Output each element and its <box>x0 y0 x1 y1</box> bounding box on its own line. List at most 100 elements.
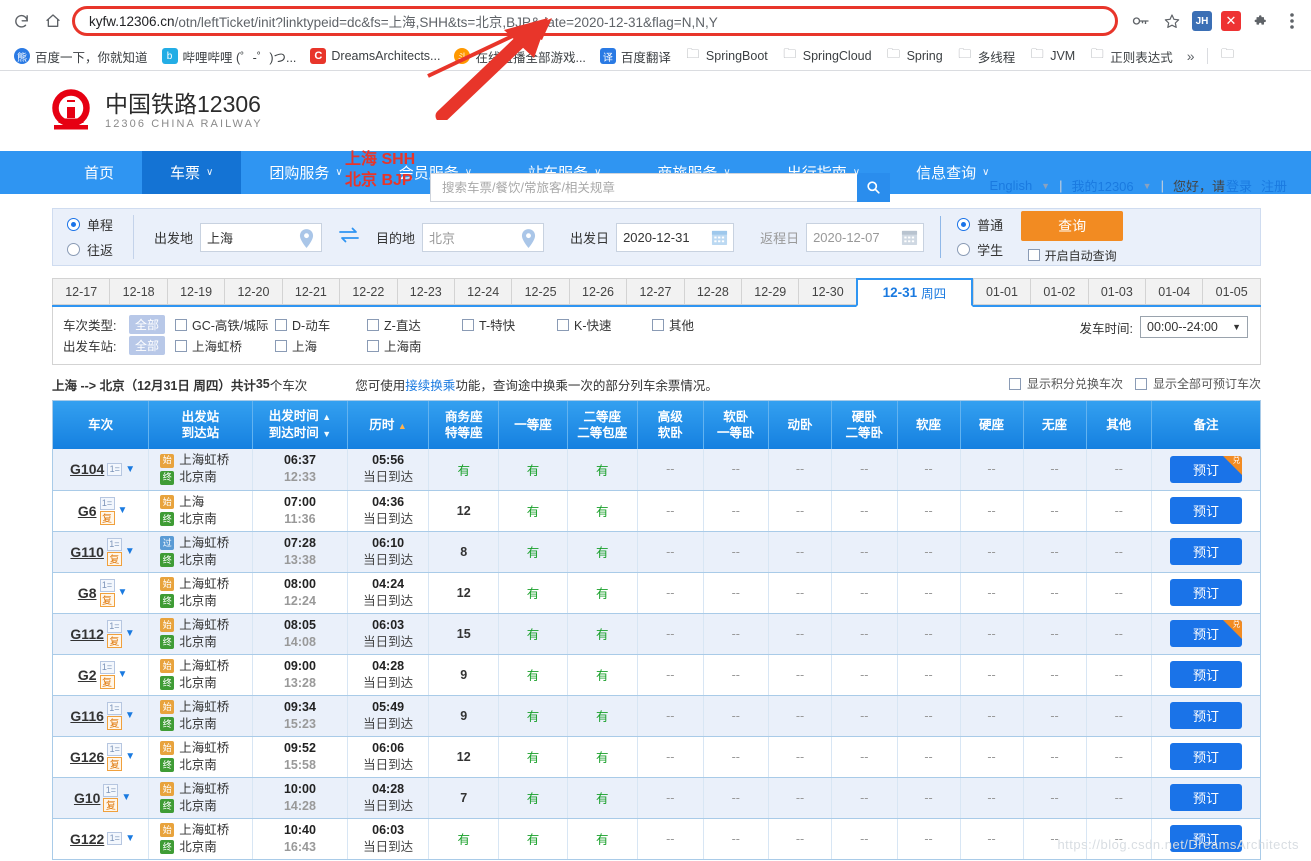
train-number-link[interactable]: G126 <box>70 749 104 765</box>
train-number-link[interactable]: G112 <box>70 626 103 642</box>
col-duration[interactable]: 历时 ▲ <box>347 401 429 449</box>
date-tab[interactable]: 12-18 <box>109 278 167 305</box>
seat-chart-icon[interactable]: 1= <box>99 660 115 674</box>
date-tab[interactable]: 12-29 <box>741 278 799 305</box>
date-tab[interactable]: 12-19 <box>166 278 225 305</box>
auto-query-checkbox[interactable]: 开启自动查询 <box>1027 247 1117 264</box>
table-row[interactable]: G126 1= 复 ▼ 始上海虹桥终北京南 09:52 15:58 06:06 当日到达 12 有有… <box>53 736 1260 778</box>
date-tab[interactable]: 01-02 <box>1030 278 1088 305</box>
extensions-puzzle-icon[interactable] <box>1250 10 1272 32</box>
bookmark-folder[interactable]: 🗀 正则表达式 <box>1083 44 1179 69</box>
col-times[interactable]: 出发时间 ▲ 到达时间 ▼ <box>252 401 349 449</box>
nav-item-home[interactable]: 首页 <box>56 151 142 194</box>
home-icon[interactable] <box>40 8 66 34</box>
filter-station-shanghai[interactable]: 上海 <box>275 336 367 355</box>
seat-chart-icon[interactable]: 1= <box>106 537 122 551</box>
search-button[interactable] <box>857 173 890 202</box>
extension-x-icon[interactable]: ✕ <box>1221 11 1241 31</box>
station-all-button[interactable]: 全部 <box>129 336 166 355</box>
seat-chart-icon[interactable]: 1= <box>107 742 123 756</box>
depart-date-input[interactable]: 2020-12-31 <box>616 222 735 252</box>
date-tab[interactable]: 12-23 <box>396 278 454 305</box>
seat-chart-icon[interactable]: 1= <box>106 701 122 715</box>
filter-d[interactable]: D-动车 <box>275 315 367 334</box>
bookmark-folder[interactable]: 🗀 SpringCloud <box>776 45 878 67</box>
from-station-input[interactable]: 上海 <box>200 222 323 252</box>
bookmark-item[interactable]: 斗 在线直播全部游戏... <box>448 44 591 69</box>
date-tab[interactable]: 12-25 <box>511 278 569 305</box>
bookmark-item[interactable]: C DreamsArchitects... <box>304 45 446 67</box>
filter-other[interactable]: 其他 <box>652 315 694 334</box>
sort-desc-icon[interactable]: ▼ <box>322 429 331 439</box>
bookmark-folder[interactable]: 🗀 SpringBoot <box>679 45 774 67</box>
date-tab[interactable]: 12-24 <box>453 278 512 305</box>
train-number-link[interactable]: G122 <box>70 831 104 847</box>
chevron-down-icon[interactable]: ▼ <box>125 464 135 475</box>
calendar-icon[interactable] <box>711 229 728 249</box>
bookmark-item[interactable]: 熊 百度一下，你就知道 <box>8 44 154 69</box>
date-tab[interactable]: 12-30 <box>798 278 856 305</box>
search-input[interactable] <box>430 173 857 202</box>
sort-asc-icon[interactable]: ▲ <box>398 421 407 431</box>
book-button[interactable]: 预订兑 <box>1170 455 1242 483</box>
radio-normal[interactable]: 普通 <box>957 215 1003 234</box>
date-tab-selected[interactable]: 12-31 周四 <box>855 278 973 307</box>
date-tab[interactable]: 01-04 <box>1145 278 1203 305</box>
other-bookmarks-folder[interactable]: 🗀 <box>1214 45 1242 67</box>
chevron-down-icon[interactable]: ▼ <box>1041 181 1050 191</box>
chevron-down-icon[interactable]: ▼ <box>125 546 135 557</box>
filter-t[interactable]: T-特快 <box>462 315 557 334</box>
connecting-transfer-link[interactable]: 接续换乘 <box>405 375 455 394</box>
radio-round-trip[interactable]: 往返 <box>67 240 113 259</box>
seat-chart-icon[interactable]: 1= <box>106 619 122 633</box>
train-number-link[interactable]: G8 <box>78 585 97 601</box>
filter-station-hongqiao[interactable]: 上海虹桥 <box>175 336 275 355</box>
seat-chart-icon[interactable]: 1= <box>99 496 115 510</box>
my12306-link[interactable]: 我的12306 <box>1071 176 1133 195</box>
seat-chart-icon[interactable]: 1= <box>103 783 119 797</box>
seat-chart-icon[interactable]: 1= <box>107 832 123 845</box>
site-logo[interactable]: 中国铁路12306 12306 CHINA RAILWAY <box>48 88 263 134</box>
key-icon[interactable] <box>1130 10 1152 32</box>
date-tab[interactable]: 12-26 <box>568 278 627 305</box>
profile-avatar[interactable]: JH <box>1192 11 1212 31</box>
train-number-link[interactable]: G2 <box>78 667 97 683</box>
date-tab[interactable]: 01-01 <box>972 278 1031 305</box>
chevron-down-icon[interactable]: ▼ <box>118 669 128 680</box>
train-number-link[interactable]: G116 <box>70 708 103 724</box>
date-tab[interactable]: 12-17 <box>52 278 110 305</box>
bookmark-folder[interactable]: 🗀 Spring <box>880 45 949 67</box>
train-number-link[interactable]: G104 <box>70 461 104 477</box>
radio-student[interactable]: 学生 <box>957 240 1003 259</box>
show-points-exchange-checkbox[interactable]: 显示积分兑换车次 <box>1008 375 1123 392</box>
book-button[interactable]: 预订 <box>1170 702 1242 729</box>
train-number-link[interactable]: G10 <box>74 790 100 806</box>
table-row[interactable]: G6 1= 复 ▼ 始上海终北京南 07:00 11:36 04:36 当日到达 12 有有 -- --… <box>53 490 1260 532</box>
train-number-link[interactable]: G110 <box>70 544 103 560</box>
show-all-bookable-checkbox[interactable]: 显示全部可预订车次 <box>1134 375 1261 392</box>
book-button[interactable]: 预订 <box>1170 579 1242 606</box>
swap-stations-button[interactable] <box>338 227 360 248</box>
bookmarks-overflow-button[interactable]: » <box>1181 48 1201 64</box>
seat-chart-icon[interactable]: 1= <box>107 462 123 476</box>
reload-icon[interactable] <box>8 8 34 34</box>
bookmark-item[interactable]: b 哔哩哔哩 (゜-゜)つ... <box>156 44 303 69</box>
table-row[interactable]: G116 1= 复 ▼ 始上海虹桥终北京南 09:34 15:23 05:49 当日到达 9 有有 -… <box>53 695 1260 737</box>
language-switch[interactable]: English <box>990 178 1033 193</box>
book-button[interactable]: 预订 <box>1170 497 1242 524</box>
to-station-input[interactable]: 北京 <box>422 222 545 252</box>
table-row[interactable]: G10 1= 复 ▼ 始上海虹桥终北京南 10:00 14:28 04:28 当日到达 7 有有 --… <box>53 777 1260 819</box>
book-button[interactable]: 预订 <box>1170 661 1242 688</box>
login-link[interactable]: 登录 <box>1226 176 1252 195</box>
address-bar[interactable]: kyfw.12306.cn/otn/leftTicket/init?linkty… <box>72 6 1118 36</box>
departure-time-select[interactable]: 00:00--24:00 ▼ <box>1140 316 1248 338</box>
train-type-all-button[interactable]: 全部 <box>129 315 166 334</box>
radio-one-way[interactable]: 单程 <box>67 215 113 234</box>
query-button[interactable]: 查询 <box>1021 210 1124 241</box>
col-train-number[interactable]: 车次 <box>53 401 150 449</box>
chevron-down-icon[interactable]: ▼ <box>125 710 135 721</box>
filter-gc[interactable]: GC-高铁/城际 <box>175 315 275 334</box>
register-link[interactable]: 注册 <box>1261 176 1287 195</box>
menu-dots-icon[interactable] <box>1281 10 1303 32</box>
date-tab[interactable]: 12-22 <box>339 278 397 305</box>
